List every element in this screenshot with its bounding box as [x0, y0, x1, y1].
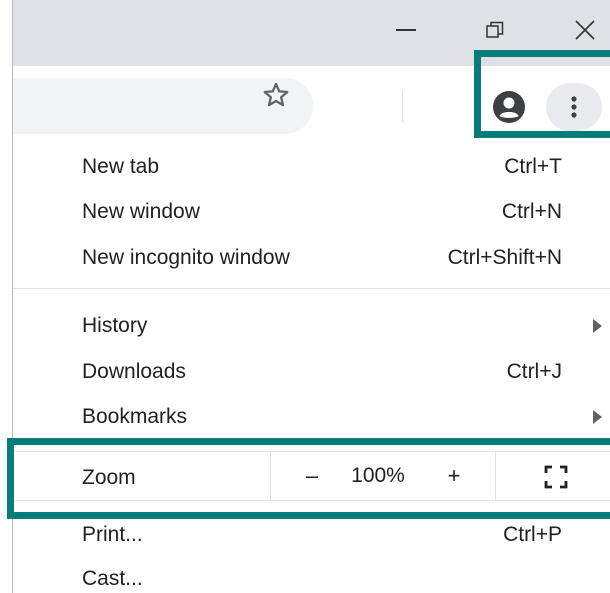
menu-item-label: History: [82, 314, 148, 337]
submenu-arrow-icon: [593, 319, 602, 333]
menu-item-shortcut: Ctrl+N: [501, 200, 562, 223]
menu-item-shortcut: Ctrl+P: [503, 523, 562, 546]
menu-item-label: New window: [82, 200, 200, 223]
bookmark-star-button[interactable]: [259, 78, 293, 112]
restore-icon: [486, 21, 504, 38]
star-icon: [263, 82, 289, 107]
menu-item-label: Downloads: [82, 360, 186, 383]
menu-item-new-incognito-window[interactable]: New incognito window Ctrl+Shift+N: [13, 235, 610, 281]
highlight-box-zoom: [7, 438, 610, 519]
chrome-menu: New tab Ctrl+T New window Ctrl+N New inc…: [13, 144, 610, 593]
toolbar-divider: [402, 90, 403, 122]
minimize-button[interactable]: [386, 14, 426, 46]
menu-item-label: New incognito window: [82, 246, 290, 269]
minimize-icon: [396, 29, 416, 31]
submenu-arrow-icon: [593, 410, 602, 424]
menu-item-shortcut: Ctrl+Shift+N: [447, 246, 562, 269]
menu-item-shortcut: Ctrl+J: [506, 360, 562, 383]
menu-item-downloads[interactable]: Downloads Ctrl+J: [13, 349, 610, 395]
menu-item-label: Print...: [82, 523, 143, 546]
menu-item-label: Cast...: [82, 567, 143, 590]
menu-item-cast[interactable]: Cast...: [13, 556, 610, 593]
close-icon: [575, 20, 595, 40]
menu-separator: [13, 288, 610, 289]
browser-window: New tab Ctrl+T New window Ctrl+N New inc…: [0, 0, 610, 593]
menu-item-label: Bookmarks: [82, 405, 188, 428]
menu-item-label: New tab: [82, 155, 160, 178]
menu-item-shortcut: Ctrl+T: [504, 155, 562, 178]
highlight-box-menu-button: [474, 50, 610, 138]
menu-item-history[interactable]: History: [13, 303, 610, 349]
menu-item-new-tab[interactable]: New tab Ctrl+T: [13, 144, 610, 190]
restore-button[interactable]: [475, 14, 515, 46]
menu-item-new-window[interactable]: New window Ctrl+N: [13, 189, 610, 235]
close-button[interactable]: [565, 14, 605, 46]
menu-item-bookmarks[interactable]: Bookmarks: [13, 394, 610, 440]
